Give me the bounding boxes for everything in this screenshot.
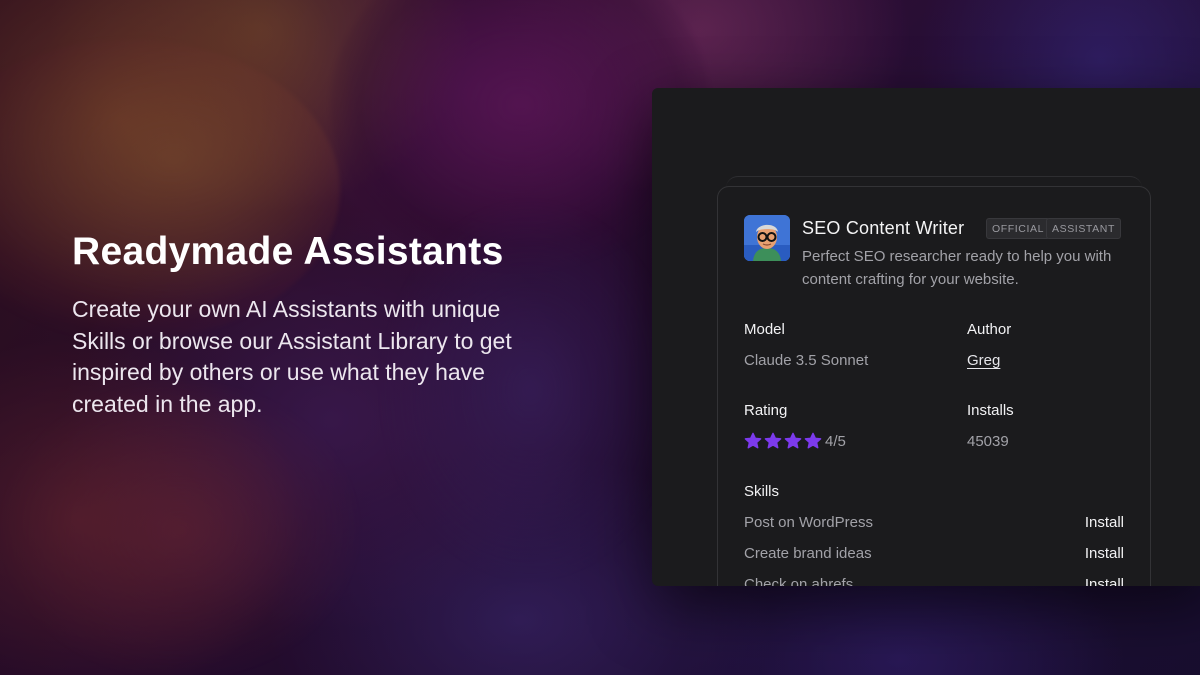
assistant-card[interactable]: SEO Content Writer OFFICIAL ASSISTANT Pe… [717,186,1151,586]
assistant-badge: ASSISTANT [1046,218,1121,239]
skill-row: Check on ahrefs Install [744,576,1124,586]
assistant-description: Perfect SEO researcher ready to help you… [802,248,1112,288]
skill-name: Post on WordPress [744,514,873,531]
hero-description: Create your own AI Assistants with uniqu… [72,296,512,417]
install-button[interactable]: Install [1085,576,1124,586]
skill-row: Create brand ideas Install [744,545,1124,565]
install-button[interactable]: Install [1085,545,1124,562]
author-label: Author [967,321,1012,338]
installs-value: 45039 [967,433,1009,450]
star-icon [784,432,802,449]
rating-value: 4/5 [825,432,846,450]
assistant-avatar [744,215,790,261]
hero-title: Readymade Assistants [72,230,504,273]
skills-label: Skills [744,483,780,500]
skill-name: Create brand ideas [744,545,872,562]
star-icon [804,432,822,449]
model-label: Model [744,321,785,338]
rating-stars: 4/5 [744,432,846,450]
official-badge: OFFICIAL [986,218,1051,239]
star-icon [764,432,782,449]
author-link[interactable]: Greg [967,352,1000,369]
skill-name: Check on ahrefs [744,576,854,586]
installs-label: Installs [967,402,1014,419]
install-button[interactable]: Install [1085,514,1124,531]
hero-section: Readymade Assistants Create your own AI … [72,228,552,420]
star-icon [744,432,762,449]
skill-row: Post on WordPress Install [744,514,1124,534]
model-value: Claude 3.5 Sonnet [744,352,869,369]
assistant-name: SEO Content Writer [802,218,965,238]
rating-label: Rating [744,402,788,419]
